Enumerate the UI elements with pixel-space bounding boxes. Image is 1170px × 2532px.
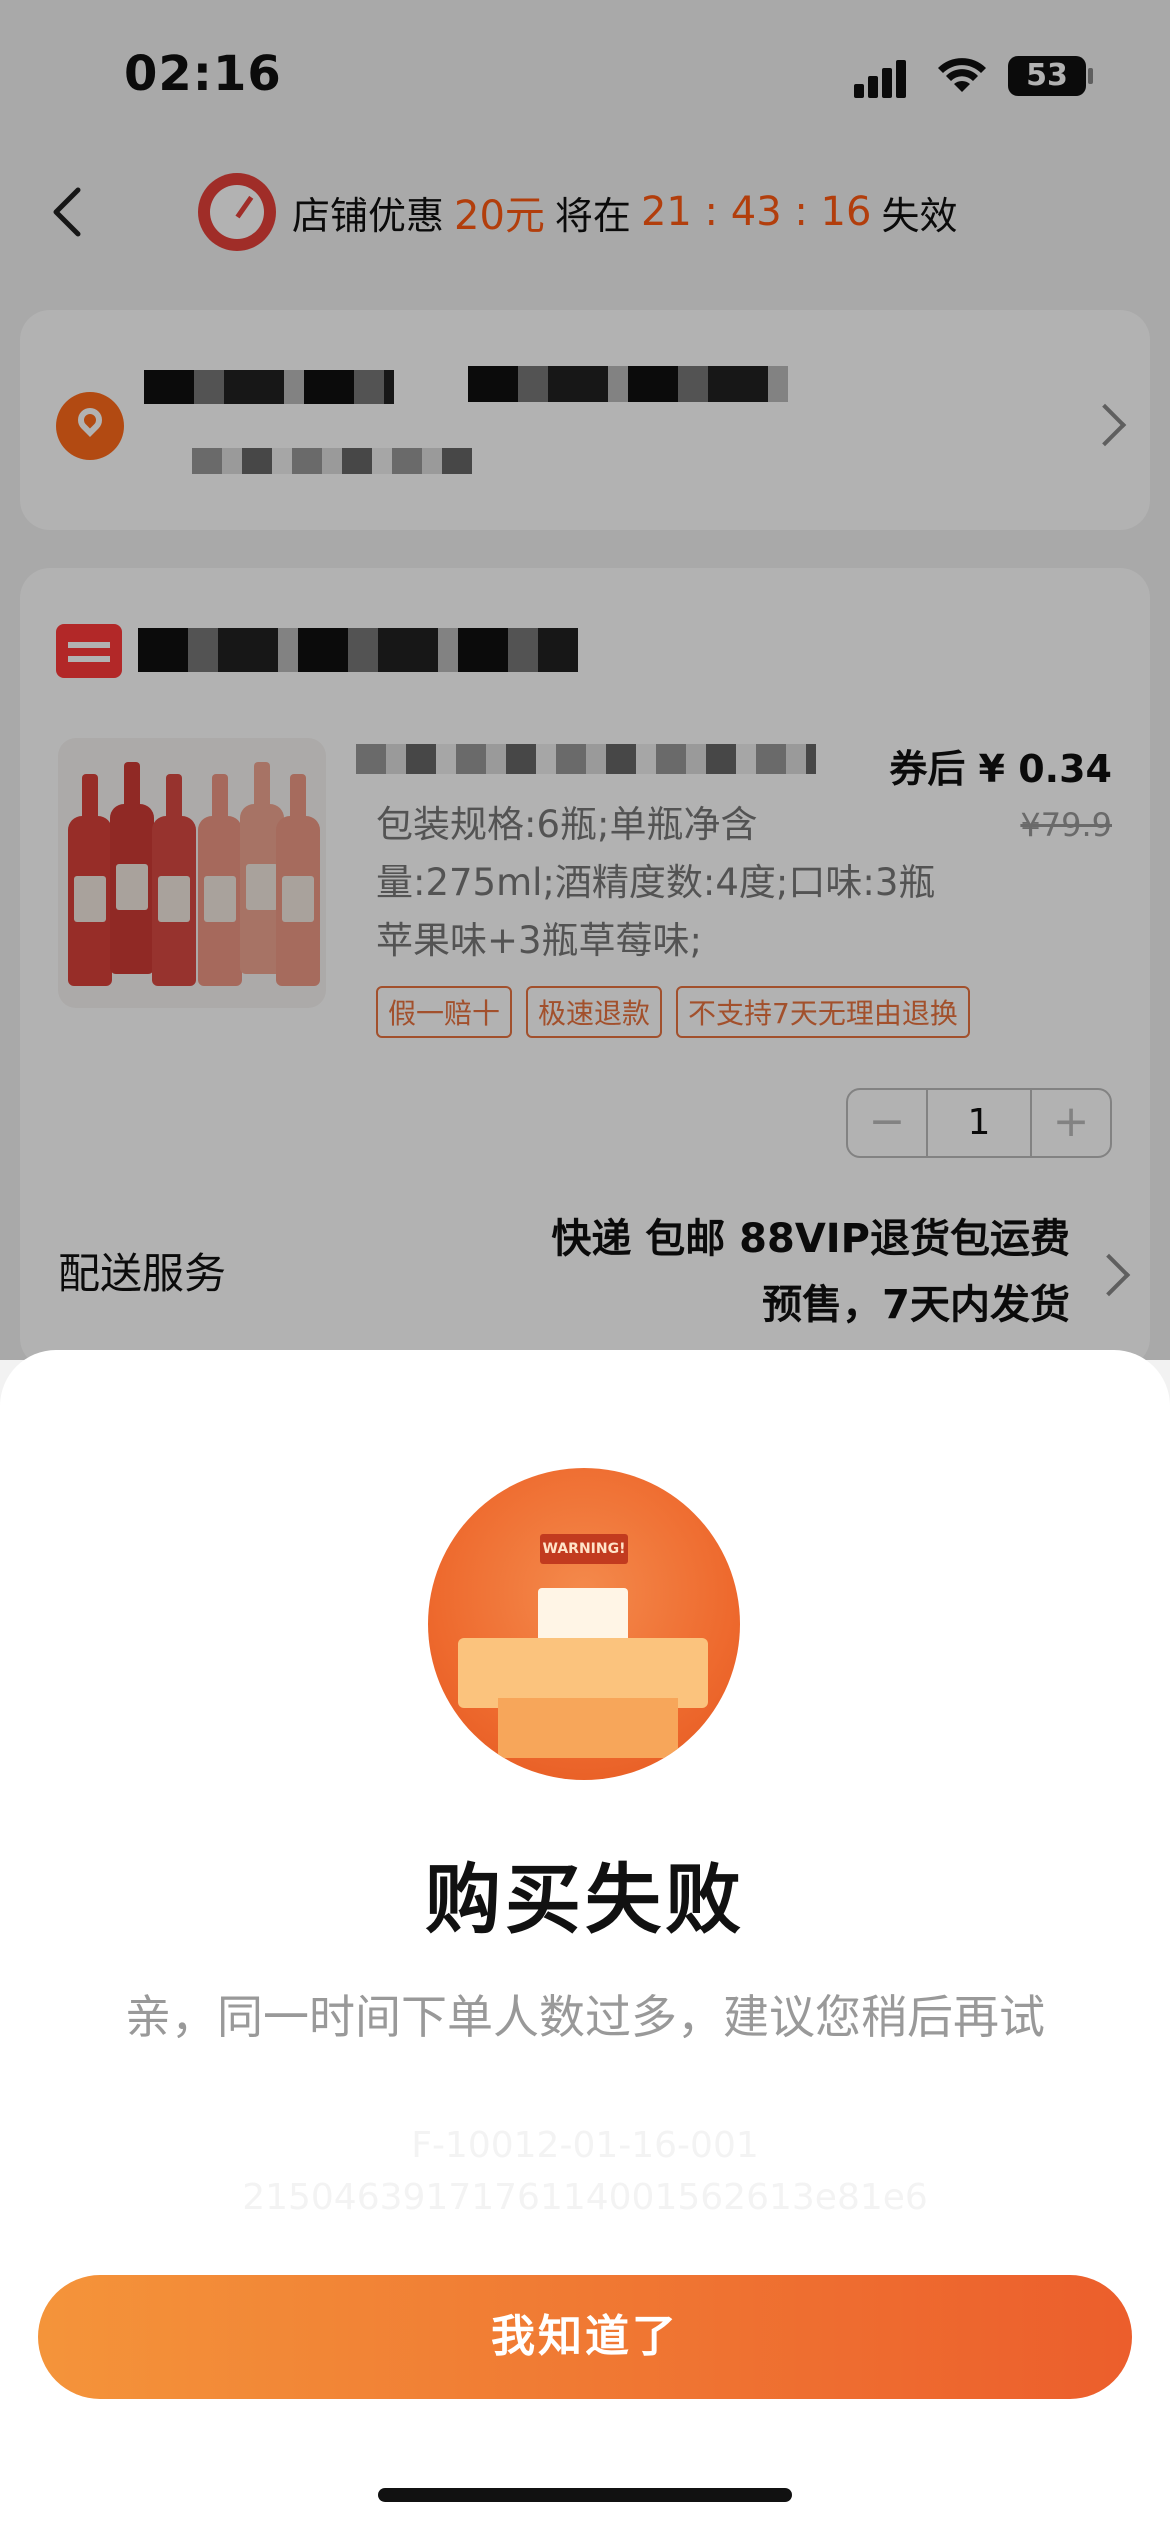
- error-code-line-1: F-10012-01-16-001: [411, 2125, 759, 2166]
- warning-illustration: WARNING!: [428, 1468, 740, 1780]
- home-indicator: [378, 2488, 792, 2502]
- confirm-button[interactable]: 我知道了: [38, 2275, 1132, 2399]
- dialog-message: 亲，同一时间下单人数过多，建议您稍后再试: [125, 1990, 1045, 2044]
- warning-sign: WARNING!: [540, 1534, 628, 1564]
- modal-backdrop[interactable]: [0, 0, 1170, 1360]
- dialog-title: 购买失败: [425, 1855, 745, 1944]
- box-shape: [498, 1698, 678, 1758]
- error-code: F-10012-01-16-001 2150463917176114001562…: [0, 2120, 1170, 2224]
- error-code-line-2: 2150463917176114001562613e81e6: [242, 2177, 928, 2218]
- purchase-failed-sheet: WARNING! 购买失败 亲，同一时间下单人数过多，建议您稍后再试 F-100…: [0, 1350, 1170, 2532]
